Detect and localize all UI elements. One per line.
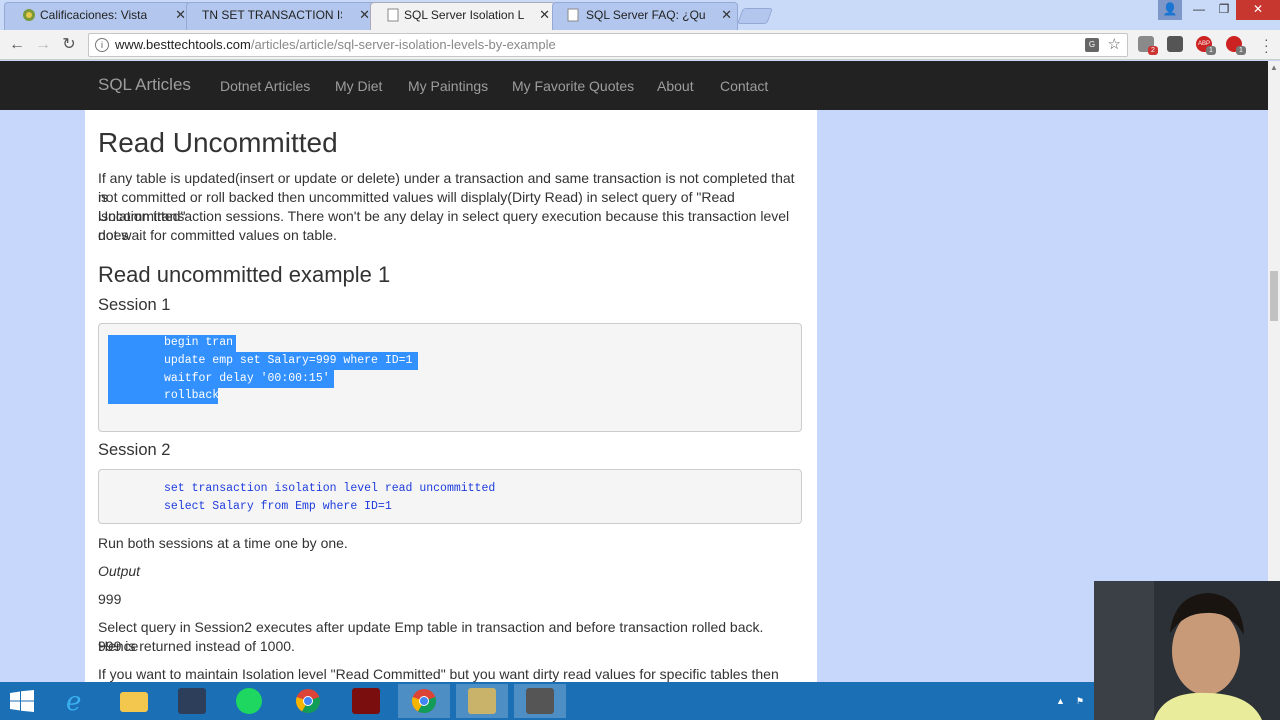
tab-title: SQL Server FAQ: ¿Qué es [586, 8, 706, 22]
address-bar[interactable]: i www.besttechtools.com/articles/article… [88, 33, 1128, 57]
calificaciones-favicon-icon [23, 9, 35, 21]
browser-tab-4[interactable]: SQL Server FAQ: ¿Qué es ✕ [552, 2, 738, 30]
scroll-up-arrow-icon[interactable]: ▲ [1270, 63, 1278, 72]
nav-link-my-favorite-quotes[interactable]: My Favorite Quotes [512, 78, 634, 94]
tools-taskbar-button[interactable] [456, 684, 508, 718]
bookmark-star-icon[interactable]: ☆ [1108, 34, 1121, 56]
example-heading: Read uncommitted example 1 [98, 262, 391, 287]
document-favicon-icon [387, 8, 399, 22]
tab-close-icon[interactable]: ✕ [539, 2, 550, 28]
intro-line-4: not wait for committed values on table. [98, 227, 337, 243]
tab-title: Calificaciones: Vista [40, 8, 148, 22]
tab-title: TN SET TRANSACTION ISOL [202, 8, 342, 22]
action-center-flag-icon[interactable]: ⚑ [1076, 696, 1084, 707]
chrome-taskbar-button[interactable] [282, 684, 334, 718]
tab-title: SQL Server Isolation Leve [404, 8, 524, 22]
webcam-overlay [1094, 581, 1280, 720]
acrobat-taskbar-button[interactable] [340, 684, 392, 718]
new-tab-button[interactable] [737, 8, 773, 24]
webcam-person-image [1094, 581, 1280, 720]
svg-text:e: e [66, 688, 81, 714]
tab-close-icon[interactable]: ✕ [175, 2, 186, 28]
installer-taskbar-button[interactable] [514, 684, 566, 718]
url-path: /articles/article/sql-server-isolation-l… [250, 37, 556, 52]
translate-icon[interactable]: G [1085, 38, 1099, 52]
nav-link-dotnet-articles[interactable]: Dotnet Articles [220, 78, 310, 94]
chrome-active-taskbar-button[interactable] [398, 684, 450, 718]
article-title: Read Uncommitted [98, 127, 338, 158]
windows-taskbar: e ▲ ⚑ [0, 682, 1280, 720]
session-1-heading: Session 1 [98, 296, 171, 314]
nav-link-contact[interactable]: Contact [720, 78, 768, 94]
output-value: 999 [98, 591, 122, 607]
closing-line: If you want to maintain Isolation level … [98, 666, 779, 682]
tab-close-icon[interactable]: ✕ [721, 2, 732, 28]
run-instruction: Run both sessions at a time one by one. [98, 535, 348, 551]
url-host: www.besttechtools.com [115, 37, 251, 52]
code-line: begin tran [164, 336, 234, 349]
installer-icon [526, 688, 554, 714]
navbar-brand[interactable]: SQL Articles [98, 75, 191, 95]
code-line: rollback [164, 389, 220, 402]
back-arrow-icon[interactable]: ← [6, 34, 28, 56]
restore-button[interactable]: ❐ [1212, 0, 1236, 20]
file-explorer-taskbar-button[interactable] [108, 684, 160, 718]
site-navbar: SQL Articles Dotnet Articles My Diet My … [0, 61, 1268, 110]
browser-toolbar: ← → ↻ i www.besttechtools.com/articles/a… [0, 30, 1280, 60]
extension-2-icon[interactable] [1167, 36, 1183, 52]
reload-icon[interactable]: ↻ [58, 34, 80, 56]
chrome-icon [296, 689, 320, 713]
spotify-icon [236, 688, 262, 714]
windows-start-icon[interactable] [10, 690, 34, 712]
show-hidden-icons-chevron-icon[interactable]: ▲ [1056, 696, 1065, 706]
browser-tab-3[interactable]: SQL Server Isolation Leve ✕ [370, 2, 556, 30]
code-line: waitfor delay '00:00:15' [164, 372, 330, 385]
acrobat-icon [352, 688, 380, 714]
browser-tab-1[interactable]: Calificaciones: Vista ✕ [4, 2, 192, 30]
tab-close-icon[interactable]: ✕ [359, 2, 370, 28]
session-2-code-block[interactable]: set transaction isolation level read unc… [98, 469, 802, 524]
nav-link-my-diet[interactable]: My Diet [335, 78, 382, 94]
forward-arrow-icon[interactable]: → [32, 34, 54, 56]
session-1-code-block[interactable]: begin tran update emp set Salary=999 whe… [98, 323, 802, 432]
internet-explorer-taskbar-button[interactable]: e [50, 684, 102, 718]
sql-server-management-studio-icon [178, 688, 206, 714]
browser-tab-2[interactable]: TN SET TRANSACTION ISOL ✕ [186, 2, 376, 30]
chrome-icon [412, 689, 436, 713]
file-explorer-icon [120, 692, 148, 712]
scrollbar-thumb[interactable] [1270, 271, 1278, 321]
explanation-line-2: 999 is returned instead of 1000. [98, 638, 295, 654]
spotify-taskbar-button[interactable] [224, 684, 276, 718]
user-profile-icon[interactable]: 👤 [1158, 0, 1182, 20]
nav-link-about[interactable]: About [657, 78, 694, 94]
info-icon[interactable]: i [95, 38, 109, 52]
nav-link-my-paintings[interactable]: My Paintings [408, 78, 488, 94]
session-2-heading: Session 2 [98, 441, 171, 459]
article-content: Read Uncommitted If any table is updated… [85, 110, 817, 682]
code-line: set transaction isolation level read unc… [164, 482, 496, 495]
output-label: Output [98, 563, 141, 579]
ssms-taskbar-button[interactable] [166, 684, 218, 718]
adblock-badge: 1 [1206, 46, 1216, 55]
minimize-button[interactable]: — [1186, 0, 1212, 20]
code-line: update emp set Salary=999 where ID=1 [164, 354, 413, 367]
document-favicon-icon [567, 8, 579, 22]
internet-explorer-icon: e [66, 688, 81, 714]
extension-4-badge: 1 [1236, 46, 1246, 55]
chrome-menu-icon[interactable]: · · · [1264, 32, 1269, 58]
url-text[interactable]: www.besttechtools.com/articles/article/s… [115, 34, 556, 56]
extension-1-badge: 2 [1148, 46, 1158, 55]
tab-strip: Calificaciones: Vista ✕ TN SET TRANSACTI… [0, 0, 1280, 30]
code-line: select Salary from Emp where ID=1 [164, 500, 392, 513]
tools-icon [468, 688, 496, 714]
close-window-button[interactable]: ✕ [1236, 0, 1280, 20]
